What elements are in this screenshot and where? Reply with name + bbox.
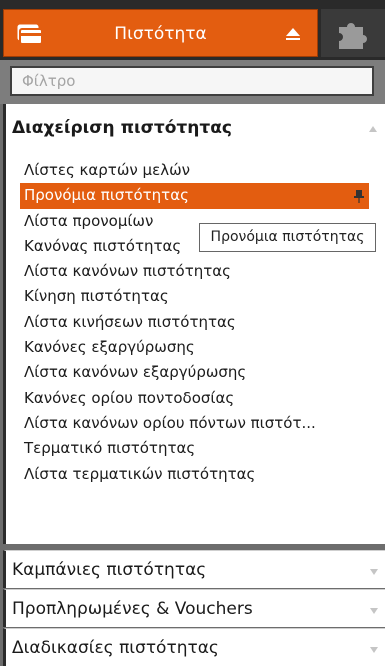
menu-item[interactable]: Τερματικό πιστότητας <box>6 436 385 461</box>
collapse-arrow-icon[interactable] <box>369 126 377 132</box>
section-title[interactable]: Διαχείριση πιστότητας <box>12 118 232 138</box>
section-processes[interactable]: Διαδικασίες πιστότητας <box>3 628 385 666</box>
expand-arrow-icon <box>370 647 378 653</box>
menu-item[interactable]: Κανόνες ορίου ποντοδοσίας <box>6 386 385 411</box>
module-title: Πιστότητα <box>114 24 207 44</box>
menu-items: Λίστες καρτών μελών Προνόμια πιστότητας … <box>6 158 385 487</box>
tooltip: Προνόμια πιστότητας <box>199 223 376 252</box>
header-bar: Πιστότητα <box>0 0 385 60</box>
menu-item[interactable]: Λίστα τερματικών πιστότητας <box>6 462 385 487</box>
pin-icon[interactable] <box>354 189 364 204</box>
filter-input[interactable] <box>10 66 374 96</box>
puzzle-piece-icon <box>339 23 367 49</box>
menu-item[interactable]: Λίστες καρτών μελών <box>6 158 385 183</box>
menu-item[interactable]: Λίστα κανόνων ορίου πόντων πιστότ... <box>6 411 385 436</box>
expand-arrow-icon <box>370 608 378 614</box>
section-label: Διαδικασίες πιστότητας <box>12 638 219 658</box>
navigation-panel: Πιστότητα Διαχείριση πιστότητας Λίστες κ… <box>0 0 385 666</box>
section-prepaid-vouchers[interactable]: Προπληρωμένες & Vouchers <box>3 589 385 627</box>
section-loyalty-management: Διαχείριση πιστότητας Λίστες καρτών μελώ… <box>3 104 385 544</box>
menu-item[interactable]: Λίστα κανόνων πιστότητας <box>6 259 385 284</box>
menu-item[interactable]: Λίστα κανόνων εξαργύρωσης <box>6 360 385 385</box>
menu-item[interactable]: Λίστα κινήσεων πιστότητας <box>6 310 385 335</box>
module-header-button[interactable]: Πιστότητα <box>3 9 318 57</box>
menu-item[interactable]: Κανόνες εξαργύρωσης <box>6 335 385 360</box>
section-label: Καμπάνιες πιστότητας <box>12 560 207 580</box>
caret-bar <box>286 38 300 40</box>
section-label: Προπληρωμένες & Vouchers <box>12 599 253 619</box>
menu-item-active[interactable]: Προνόμια πιστότητας <box>20 183 369 209</box>
section-campaigns[interactable]: Καμπάνιες πιστότητας <box>3 550 385 588</box>
expand-arrow-icon <box>370 569 378 575</box>
menu-item[interactable]: Κίνηση πιστότητας <box>6 284 385 309</box>
extensions-button[interactable] <box>321 9 385 57</box>
caret-up-icon[interactable] <box>286 28 300 36</box>
